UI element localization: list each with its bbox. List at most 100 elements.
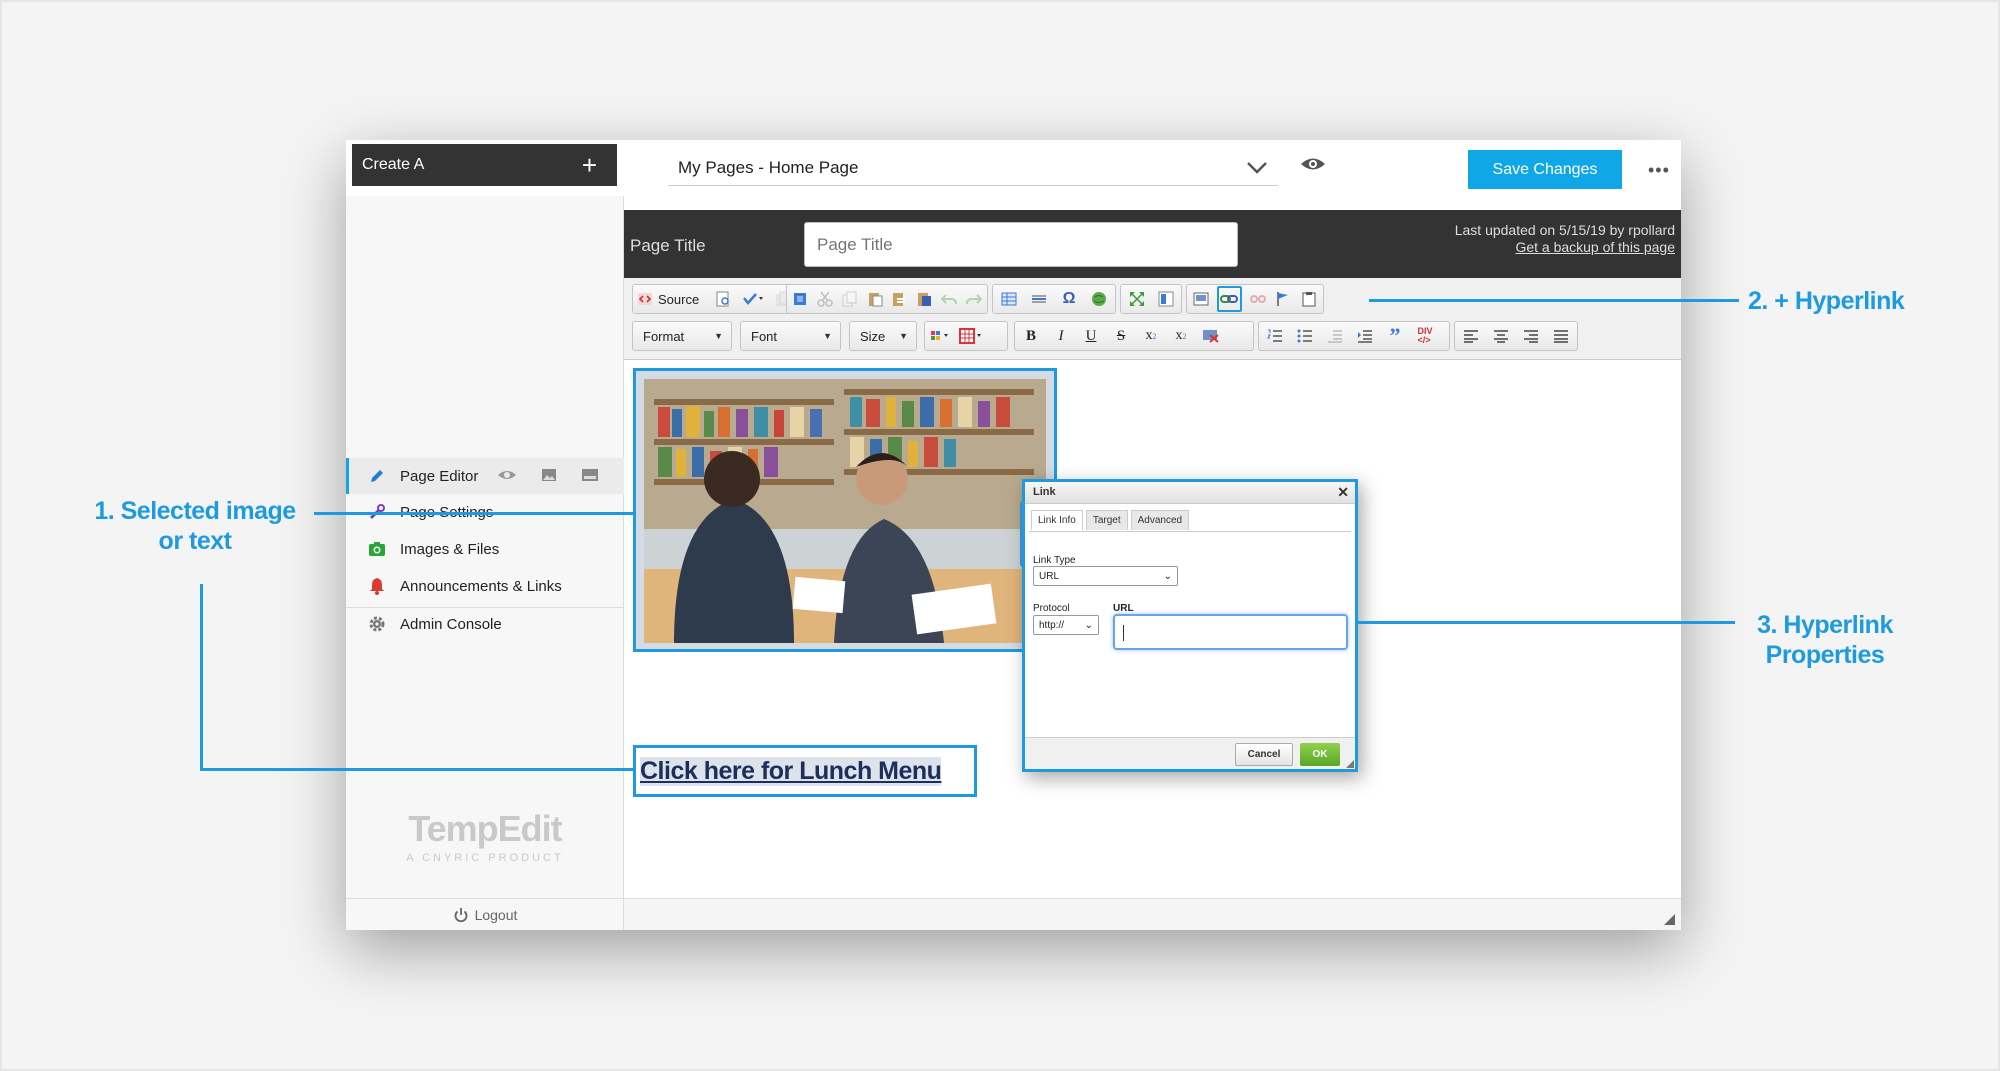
iframe-globe-icon[interactable] [1087, 288, 1111, 310]
paste-text-icon[interactable] [890, 288, 909, 310]
create-div-icon[interactable]: DIV </> [1413, 325, 1437, 347]
format-dropdown[interactable]: Format ▼ [632, 321, 732, 351]
toolbar-group-text-style: B I U S x2 x2 [1014, 321, 1254, 351]
tab-target[interactable]: Target [1085, 510, 1128, 530]
source-icon [638, 293, 652, 305]
lunch-menu-link-selection[interactable]: Click here for Lunch Menu [633, 745, 977, 797]
paste-word-icon[interactable] [915, 288, 934, 310]
more-options-icon[interactable]: ••• [1648, 160, 1670, 181]
tab-link-info[interactable]: Link Info [1031, 510, 1083, 530]
table-icon[interactable] [997, 288, 1021, 310]
outdent-icon[interactable] [1323, 325, 1347, 347]
preview-eye-icon[interactable] [1299, 153, 1327, 175]
paste-icon[interactable] [865, 288, 884, 310]
select-all-icon[interactable] [791, 288, 810, 310]
underline-icon[interactable]: U [1079, 325, 1103, 347]
size-dropdown-label: Size [860, 328, 886, 344]
logo-subtitle: A CNYRIC PRODUCT [406, 852, 564, 864]
show-blocks-icon[interactable] [1154, 288, 1177, 310]
superscript-icon[interactable]: x2 [1169, 325, 1193, 347]
sidebar-item-label: Announcements & Links [400, 577, 562, 595]
special-char-icon[interactable]: Ω [1057, 288, 1081, 310]
sidebar-item-images-files[interactable]: Images & Files [346, 531, 624, 567]
font-dropdown[interactable]: Font ▼ [740, 321, 841, 351]
toolbar-group-links [1186, 284, 1324, 314]
dropdown-arrow-icon: ▼ [714, 331, 723, 341]
remove-format-icon[interactable] [1199, 325, 1223, 347]
save-changes-button[interactable]: Save Changes [1468, 150, 1622, 189]
selected-image[interactable] [633, 368, 1057, 652]
page-selector[interactable]: My Pages - Home Page [668, 150, 1278, 186]
lunch-menu-link[interactable]: Click here for Lunch Menu [640, 756, 942, 786]
copy-icon[interactable] [841, 288, 860, 310]
link-type-select[interactable]: URL ⌄ [1033, 566, 1178, 586]
sidebar-item-announcements-links[interactable]: Announcements & Links [346, 568, 624, 604]
strikethrough-icon[interactable]: S [1109, 325, 1133, 347]
classroom-photo [644, 379, 1046, 643]
plus-icon: + [581, 149, 597, 180]
subscript-icon[interactable]: x2 [1139, 325, 1163, 347]
close-icon[interactable]: ✕ [1337, 484, 1349, 501]
size-dropdown[interactable]: Size ▼ [849, 321, 917, 351]
image-properties-icon[interactable] [1191, 288, 1211, 310]
cut-icon[interactable] [816, 288, 835, 310]
source-label: Source [658, 291, 700, 307]
table-color-icon[interactable] [959, 325, 983, 347]
align-center-icon[interactable] [1489, 325, 1513, 347]
callout-2-text: 2. + Hyperlink [1748, 287, 1905, 315]
camera-icon [368, 540, 386, 558]
toolbar-group-paragraph: ” DIV </> [1258, 321, 1450, 351]
justify-icon[interactable] [1549, 325, 1573, 347]
preview-eye-icon[interactable] [497, 467, 517, 487]
source-button[interactable]: Source [637, 292, 705, 307]
hyperlink-icon[interactable] [1216, 286, 1242, 312]
preview-icon[interactable] [711, 288, 735, 310]
align-right-icon[interactable] [1519, 325, 1543, 347]
horizontal-line-icon[interactable] [1027, 288, 1051, 310]
italic-icon[interactable]: I [1049, 325, 1073, 347]
align-left-icon[interactable] [1459, 325, 1483, 347]
unlink-icon[interactable] [1248, 288, 1268, 310]
callout-selected-image: 1. Selected image or text [80, 496, 310, 556]
sidebar-item-label: Admin Console [400, 615, 502, 633]
image-icon[interactable] [541, 467, 557, 487]
page-title-input[interactable] [804, 222, 1238, 267]
pencil-icon [368, 467, 386, 485]
sidebar: Page Editor Page Settings Images & Files [346, 196, 624, 930]
dialog-resize-handle-icon[interactable] [1346, 760, 1354, 768]
numbered-list-icon[interactable] [1263, 325, 1287, 347]
sidebar-item-admin-console[interactable]: Admin Console [346, 606, 624, 642]
toolbar-group-insert: Ω [992, 284, 1116, 314]
layout-icon[interactable] [581, 467, 599, 487]
sidebar-item-page-editor[interactable]: Page Editor [346, 458, 624, 494]
text-color-icon[interactable] [929, 325, 953, 347]
bold-icon[interactable]: B [1019, 325, 1043, 347]
url-input[interactable] [1113, 614, 1348, 650]
backup-link[interactable]: Get a backup of this page [1515, 239, 1675, 255]
text-cursor [1123, 625, 1124, 641]
editor-toolbar: Source Ω Format ▼ Font ▼ Size ▼ B I U S … [624, 278, 1681, 360]
anchor-flag-icon[interactable] [1274, 288, 1294, 310]
undo-icon[interactable] [940, 288, 959, 310]
callout-3-line-1: 3. Hyperlink [1757, 611, 1893, 639]
clipboard-icon[interactable] [1299, 288, 1319, 310]
callout-1-line [314, 512, 635, 515]
cancel-button[interactable]: Cancel [1235, 743, 1293, 766]
sidebar-item-label: Images & Files [400, 540, 500, 558]
callout-hyperlink: 2. + Hyperlink [1748, 286, 1968, 316]
blockquote-icon[interactable]: ” [1383, 323, 1407, 348]
spellcheck-icon[interactable] [741, 288, 765, 310]
redo-icon[interactable] [964, 288, 983, 310]
protocol-select[interactable]: http:// ⌄ [1033, 615, 1099, 635]
link-dialog-title: Link [1033, 486, 1056, 498]
resize-handle-icon[interactable] [1664, 914, 1675, 925]
page-title-bar: Page Title Last updated on 5/15/19 by rp… [624, 210, 1681, 278]
create-button[interactable]: Create A + [352, 144, 617, 186]
maximize-icon[interactable] [1125, 288, 1148, 310]
tab-advanced[interactable]: Advanced [1130, 510, 1190, 530]
bullet-list-icon[interactable] [1293, 325, 1317, 347]
link-dialog-header[interactable]: Link ✕ [1025, 482, 1355, 504]
ok-button[interactable]: OK [1300, 743, 1340, 766]
logout-button[interactable]: Logout [346, 898, 624, 930]
indent-icon[interactable] [1353, 325, 1377, 347]
